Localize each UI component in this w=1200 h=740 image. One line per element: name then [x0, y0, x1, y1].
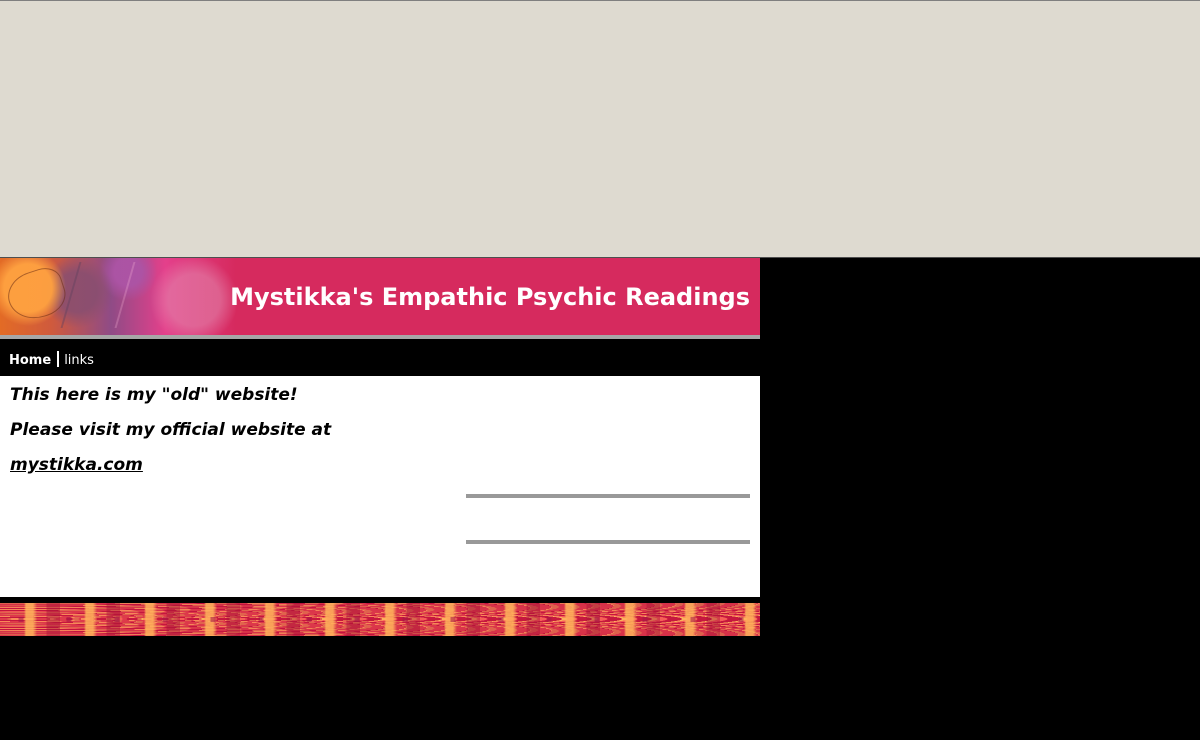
content-divider-bottom — [466, 540, 750, 544]
nav-home-link[interactable]: Home — [9, 352, 51, 370]
header-banner: Mystikka's Empathic Psychic Readings — [0, 258, 760, 335]
main-content: This here is my "old" website! Please vi… — [0, 376, 760, 597]
old-website-message: This here is my "old" website! — [10, 385, 298, 405]
header-divider — [0, 335, 760, 339]
visit-message: Please visit my official website at — [10, 420, 332, 440]
decorative-footer-strip — [0, 603, 760, 636]
main-navigation: Home links — [9, 351, 94, 369]
content-divider-top — [466, 494, 750, 498]
website-page: Mystikka's Empathic Psychic Readings Hom… — [0, 258, 760, 740]
nav-links-link[interactable]: links — [64, 352, 94, 370]
banner-artwork — [0, 258, 236, 335]
site-title: Mystikka's Empathic Psychic Readings — [230, 283, 750, 311]
browser-blank-area — [0, 0, 1200, 258]
official-website-link[interactable]: mystikka.com — [10, 454, 143, 476]
nav-separator — [57, 351, 60, 367]
